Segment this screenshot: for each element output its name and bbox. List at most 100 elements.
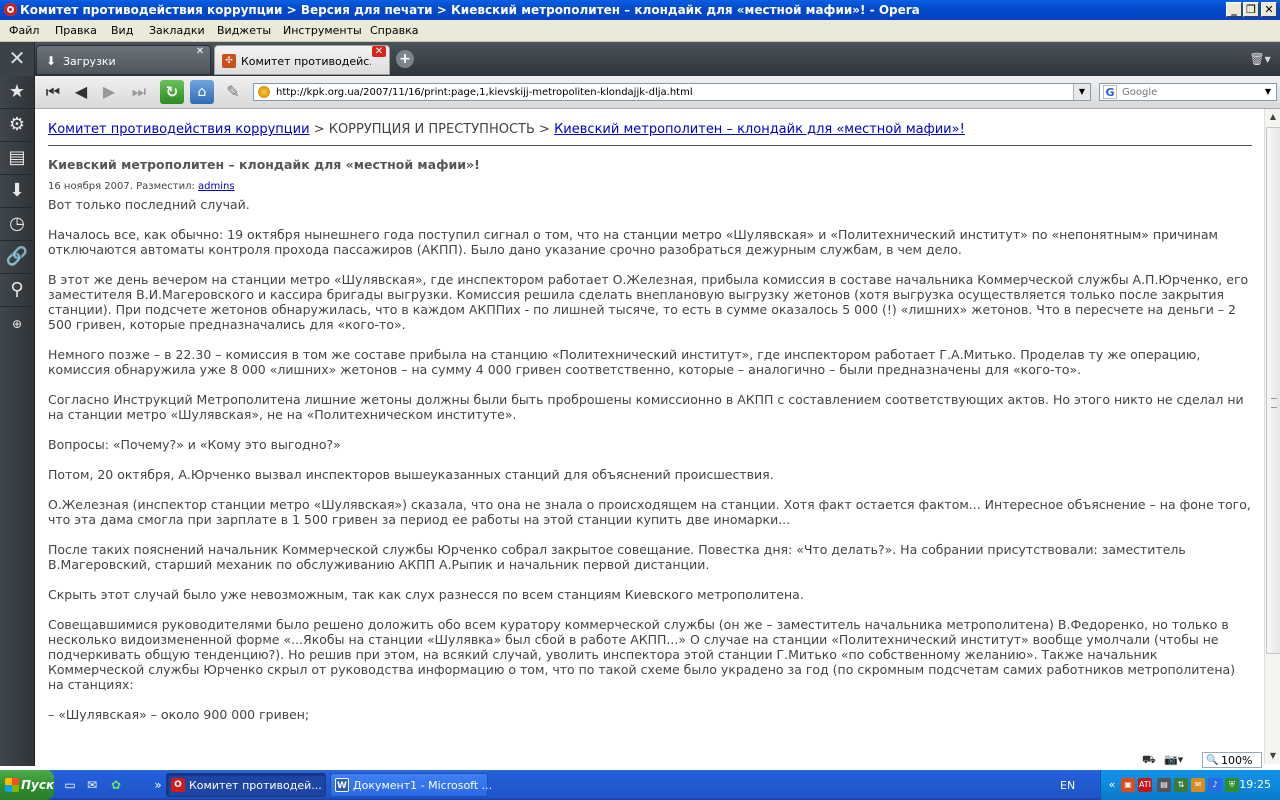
site-identity-icon	[258, 86, 270, 98]
breadcrumb-separator: >	[313, 122, 325, 137]
address-toolbar: ⏮ ◀ ▶ ⏭ ↻ ⌂ ✎ ▼ G ▼	[35, 76, 1280, 109]
article-title: Киевский метрополитен – клондайк для «ме…	[48, 157, 480, 172]
more-quicklaunch-icon[interactable]: »	[150, 777, 166, 793]
word-icon: W	[335, 778, 349, 792]
tab-downloads[interactable]: ⬇ Загрузки ✕	[36, 45, 211, 75]
home-icon[interactable]: ⌂	[190, 80, 214, 104]
zoom-level: 100%	[1221, 754, 1253, 767]
menu-tools[interactable]: Инструменты	[283, 24, 362, 37]
links-chain-icon[interactable]: 🔗	[0, 241, 34, 274]
task-label: Документ1 - Microsoft ...	[353, 779, 493, 792]
search-input[interactable]	[1122, 85, 1252, 99]
back-icon[interactable]: ◀	[69, 80, 93, 104]
add-panel-icon[interactable]: ⊕	[0, 314, 34, 334]
article-paragraph: Скрыть этот случай было уже невозможным,…	[48, 587, 804, 602]
monitor-icon[interactable]: ▤	[1157, 778, 1171, 792]
start-label: Пуск	[21, 778, 55, 792]
menu-edit[interactable]: Правка	[55, 24, 97, 37]
transfers-icon[interactable]: ⬇	[0, 175, 34, 208]
taskbar-item-word[interactable]: W Документ1 - Microsoft ...	[330, 773, 492, 797]
menu-view[interactable]: Вид	[111, 24, 133, 37]
breadcrumb-section: КОРРУПЦИЯ И ПРЕСТУПНОСТЬ	[328, 122, 535, 137]
system-tray: « ▣ ATI ▤ ⇅ ✉ ♪ ⛨ 19:25	[1100, 770, 1280, 800]
article-paragraph: Вопросы: «Почему?» и «Кому это выгодно?»	[48, 437, 341, 452]
grip-icon	[1271, 398, 1277, 408]
clock[interactable]: 19:25	[1239, 778, 1271, 791]
breadcrumb: Комитет противодействия коррупции > КОРР…	[48, 122, 1252, 140]
messenger-icon[interactable]: ✉	[1191, 778, 1205, 792]
menu-bookmarks[interactable]: Закладки	[149, 24, 205, 37]
network-icon[interactable]: ⇅	[1174, 778, 1188, 792]
article-paragraph: После таких пояснений начальник Коммерче…	[48, 542, 1186, 572]
download-icon: ⬇	[45, 54, 57, 68]
show-desktop-icon[interactable]: ▭	[62, 777, 78, 793]
history-dropdown-icon[interactable]: ▼	[1073, 84, 1090, 100]
tray-expand-icon[interactable]: «	[1105, 778, 1119, 792]
divider	[48, 145, 1252, 146]
opera-logo-icon	[4, 3, 17, 16]
task-label: Комитет противодей...	[189, 779, 322, 792]
article-body: Вот только последний случай. Началось вс…	[48, 197, 1252, 722]
edit-pen-icon[interactable]: ✎	[221, 80, 245, 104]
status-bar: ⛟ 📷▾	[0, 750, 1280, 770]
tab-active-page[interactable]: ✣ Комитет противодейс... ✕	[214, 45, 390, 75]
forward-icon[interactable]: ▶	[97, 80, 121, 104]
page-viewport: Комитет противодействия коррупции > КОРР…	[35, 109, 1264, 764]
rewind-icon[interactable]: ⏮	[41, 80, 65, 104]
windows-flag-icon	[5, 778, 19, 792]
opera-icon: O	[171, 778, 185, 792]
volume-icon[interactable]: ♪	[1208, 778, 1222, 792]
close-tab-icon[interactable]: ✕	[372, 46, 386, 57]
address-input[interactable]	[276, 85, 1066, 99]
tab-bar: ✕ ⬇ Загрузки ✕ ✣ Комитет противодейс... …	[0, 42, 1280, 76]
zoom-control[interactable]: 🔍 100%	[1202, 752, 1262, 768]
vertical-scrollbar[interactable]: ▲ ▼	[1264, 109, 1280, 764]
site-favicon-icon: ✣	[222, 54, 236, 68]
breadcrumb-current-link[interactable]: Киевский метрополитен – клондайк для «ме…	[554, 122, 965, 137]
title-bar: Комитет противодействия коррупции > Верс…	[0, 0, 1280, 20]
ati-icon[interactable]: ATI	[1138, 778, 1152, 792]
search-icon[interactable]: ⚲	[0, 274, 34, 307]
reload-icon[interactable]: ↻	[160, 80, 184, 104]
start-button[interactable]: Пуск	[0, 770, 54, 800]
close-tab-icon[interactable]: ✕	[193, 46, 207, 57]
trash-menu-icon[interactable]: 🗑▾	[1248, 50, 1272, 68]
breadcrumb-home-link[interactable]: Комитет противодействия коррупции	[48, 122, 310, 137]
camera-view-icon[interactable]: 📷▾	[1164, 752, 1183, 768]
bookmarks-star-icon[interactable]: ★	[0, 76, 34, 109]
fast-forward-icon[interactable]: ⏭	[127, 80, 151, 104]
close-window-button[interactable]: ✕	[1261, 2, 1277, 17]
turbo-icon[interactable]: ⛟	[1142, 752, 1156, 768]
search-box[interactable]: G ▼	[1099, 83, 1277, 101]
side-panel: ★ ⚙ ▤ ⬇ ◷ 🔗 ⚲ ⊕	[0, 76, 35, 766]
address-bar[interactable]: ▼	[253, 83, 1091, 101]
history-clock-icon[interactable]: ◷	[0, 208, 34, 241]
menu-bar: Файл Правка Вид Закладки Виджеты Инструм…	[0, 20, 1280, 42]
widgets-gear-icon[interactable]: ⚙	[0, 109, 34, 142]
article-paragraph: О.Железная (инспектор станции метро «Шул…	[48, 497, 1251, 527]
minimize-button[interactable]: _	[1226, 2, 1242, 17]
email-icon[interactable]: ✉	[84, 777, 100, 793]
taskbar-item-opera[interactable]: O Комитет противодей...	[166, 773, 326, 797]
print-page: Комитет противодействия коррупции > КОРР…	[48, 122, 1252, 737]
menu-widgets[interactable]: Виджеты	[217, 24, 271, 37]
maximize-button[interactable]: ❐	[1243, 2, 1259, 17]
notes-icon[interactable]: ▤	[0, 142, 34, 175]
google-search-icon[interactable]: G	[1103, 85, 1117, 99]
tray-app-icon[interactable]: ▣	[1121, 778, 1135, 792]
new-tab-button[interactable]: +	[396, 50, 414, 68]
tools-icon[interactable]: ✕	[0, 42, 35, 76]
article-paragraph: Вот только последний случай.	[48, 197, 250, 212]
language-indicator[interactable]: EN	[1060, 779, 1075, 792]
security-icon[interactable]: ⛨	[1225, 778, 1239, 792]
article-paragraph: Началось все, как обычно: 19 октября нын…	[48, 227, 1218, 257]
menu-help[interactable]: Справка	[370, 24, 418, 37]
author-link[interactable]: admins	[198, 181, 235, 192]
article-meta: 16 ноября 2007. Разместил: admins	[48, 181, 1252, 195]
article-paragraph: Потом, 20 октября, А.Юрченко вызвал инсп…	[48, 467, 774, 482]
scroll-thumb[interactable]	[1266, 127, 1280, 654]
scroll-up-icon[interactable]: ▲	[1265, 109, 1280, 125]
search-engine-dropdown-icon[interactable]: ▼	[1260, 84, 1276, 100]
menu-file[interactable]: Файл	[9, 24, 39, 37]
icq-flower-icon[interactable]: ✿	[108, 777, 124, 793]
